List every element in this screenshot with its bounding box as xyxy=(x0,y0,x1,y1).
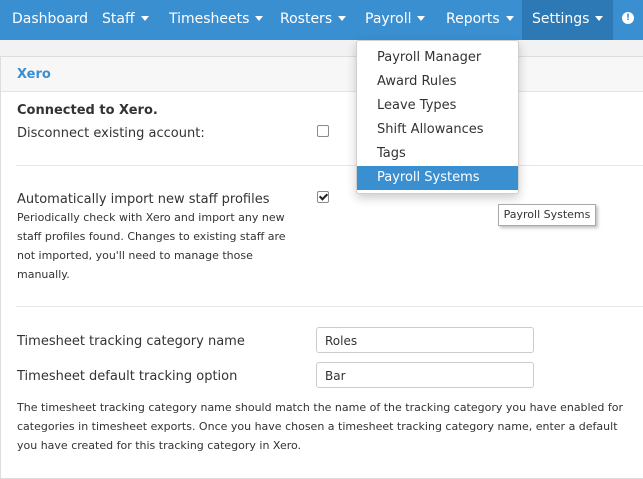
nav-dashboard-label: Dashboard xyxy=(12,11,88,27)
auto-import-label: Automatically import new staff profiles xyxy=(17,192,270,207)
panel-title: Xero xyxy=(17,67,51,82)
tooltip: Payroll Systems xyxy=(498,204,596,226)
menu-item-shift-allowances[interactable]: Shift Allowances xyxy=(357,118,518,142)
nav-dashboard[interactable]: Dashboard xyxy=(12,0,88,40)
nav-reports-label: Reports xyxy=(446,11,500,27)
nav-timesheets-label: Timesheets xyxy=(169,11,250,27)
chevron-down-icon xyxy=(417,15,426,21)
chevron-down-icon xyxy=(140,15,149,21)
help-line: categories in timesheet exports. Once yo… xyxy=(17,420,618,433)
help-line: The timesheet tracking category name sho… xyxy=(17,401,623,414)
nav-timesheets[interactable]: Timesheets xyxy=(169,0,264,40)
menu-item-leave-types[interactable]: Leave Types xyxy=(357,94,518,118)
nav-payroll[interactable]: Payroll xyxy=(365,0,426,40)
top-navbar: Dashboard Staff Timesheets Rosters Payro… xyxy=(0,0,643,40)
chevron-down-icon xyxy=(255,15,264,21)
chevron-down-icon xyxy=(338,15,347,21)
menu-item-tags[interactable]: Tags xyxy=(357,142,518,166)
menu-item-payroll-systems[interactable]: Payroll Systems xyxy=(357,166,518,190)
help-line: Periodically check with Xero and import … xyxy=(17,211,285,224)
menu-item-payroll-manager[interactable]: Payroll Manager xyxy=(357,46,518,70)
disconnect-label: Disconnect existing account: xyxy=(17,126,205,141)
nav-rosters[interactable]: Rosters xyxy=(280,0,347,40)
auto-import-checkbox[interactable] xyxy=(317,191,329,203)
nav-settings-label: Settings xyxy=(532,11,590,27)
tracking-category-input[interactable]: Roles xyxy=(316,327,534,353)
nav-settings[interactable]: Settings xyxy=(522,0,614,40)
chevron-down-icon xyxy=(595,15,604,21)
help-line: manually. xyxy=(17,268,70,281)
auto-import-help: Periodically check with Xero and import … xyxy=(17,208,317,284)
nav-rosters-label: Rosters xyxy=(280,11,333,27)
tracking-help: The timesheet tracking category name sho… xyxy=(17,398,643,455)
chevron-down-icon xyxy=(505,15,514,21)
default-option-input[interactable]: Bar xyxy=(316,362,534,388)
connected-label: Connected to Xero. xyxy=(17,103,158,118)
disconnect-checkbox[interactable] xyxy=(317,125,329,137)
divider xyxy=(16,165,643,166)
help-line: you have created for this tracking categ… xyxy=(17,439,302,452)
payroll-dropdown-menu: Payroll Manager Award Rules Leave Types … xyxy=(356,40,519,194)
nav-staff-label: Staff xyxy=(102,11,135,27)
divider xyxy=(16,306,643,307)
nav-reports[interactable]: Reports xyxy=(446,0,514,40)
nav-staff[interactable]: Staff xyxy=(102,0,149,40)
help-line: staff profiles found. Changes to existin… xyxy=(17,230,286,243)
tracking-category-label: Timesheet tracking category name xyxy=(17,334,245,349)
nav-payroll-label: Payroll xyxy=(365,11,412,27)
panel-heading: Xero xyxy=(1,57,643,92)
alert-icon[interactable]: ! xyxy=(622,12,634,24)
help-line: not imported, you'll need to manage thos… xyxy=(17,249,253,262)
menu-item-award-rules[interactable]: Award Rules xyxy=(357,70,518,94)
default-option-label: Timesheet default tracking option xyxy=(17,369,238,384)
